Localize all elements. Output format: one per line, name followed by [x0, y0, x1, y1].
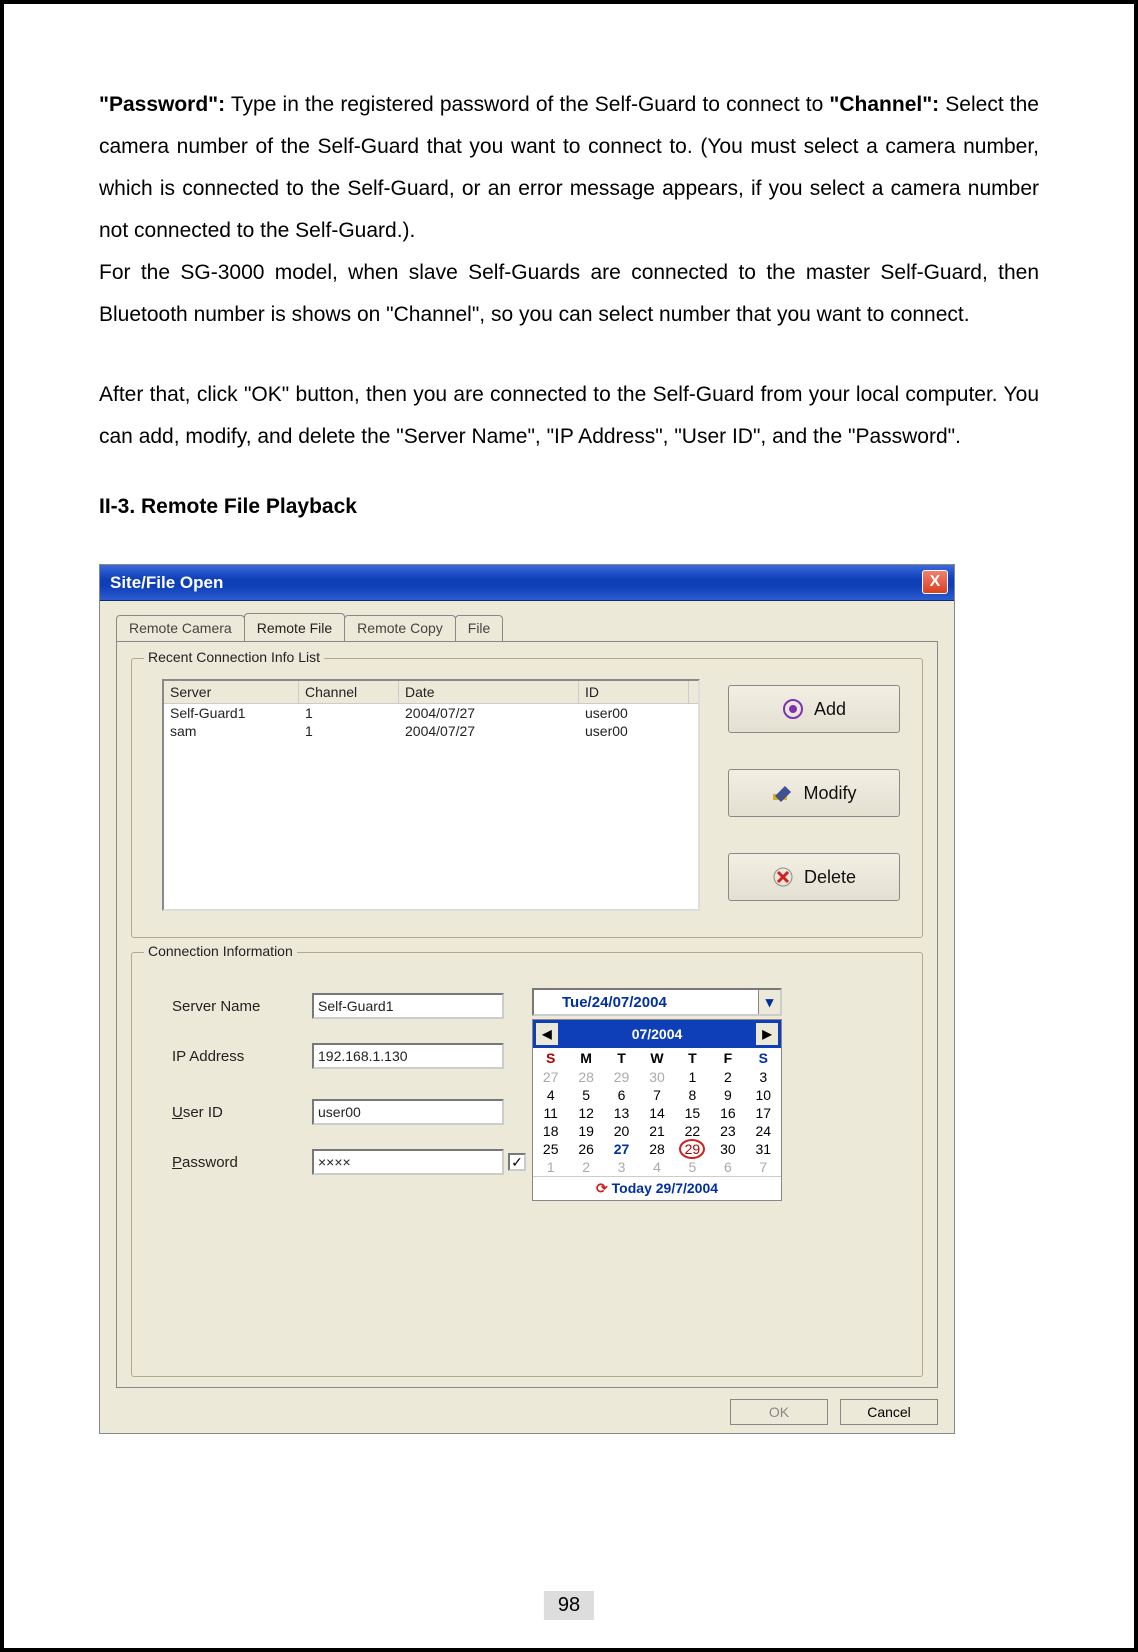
ip-address-label: IP Address: [172, 1048, 312, 1065]
window-title: Site/File Open: [110, 573, 223, 593]
calendar-prev-icon[interactable]: ◀: [536, 1023, 558, 1045]
delete-icon: [772, 866, 794, 888]
user-id-label: User ID: [172, 1104, 312, 1121]
ip-address-input[interactable]: 192.168.1.130: [312, 1043, 504, 1069]
password-label: "Password":: [99, 93, 225, 116]
modify-button[interactable]: Modify: [728, 769, 900, 817]
connection-info-group: Connection Information Server Name Self-…: [131, 952, 923, 1377]
section-title: II-3. Remote File Playback: [99, 486, 1039, 528]
password-label: Password: [172, 1154, 312, 1171]
table-row[interactable]: Self-Guard1 1 2004/07/27 user00: [164, 704, 698, 722]
col-id-header[interactable]: ID: [579, 681, 689, 703]
ok-button[interactable]: OK: [730, 1399, 828, 1425]
close-button[interactable]: X: [922, 570, 948, 594]
calendar-month: 07/2004: [632, 1026, 683, 1042]
password-checkbox[interactable]: ✓: [508, 1153, 526, 1171]
table-row[interactable]: sam 1 2004/07/27 user00: [164, 722, 698, 740]
col-server-header[interactable]: Server: [164, 681, 299, 703]
server-name-input[interactable]: Self-Guard1: [312, 993, 504, 1019]
recent-connection-group: Recent Connection Info List Server Chann…: [131, 658, 923, 938]
calendar[interactable]: ◀ 07/2004 ▶ S M T W T F S 27282930123 45…: [532, 1019, 782, 1201]
modify-icon: [771, 782, 793, 804]
tab-remote-file[interactable]: Remote File: [244, 613, 345, 640]
page-number: 98: [544, 1591, 594, 1620]
add-button[interactable]: Add: [728, 685, 900, 733]
sg3000-text: For the SG-3000 model, when slave Self-G…: [99, 252, 1039, 336]
col-date-header[interactable]: Date: [399, 681, 579, 703]
cancel-button[interactable]: Cancel: [840, 1399, 938, 1425]
tab-file[interactable]: File: [455, 615, 504, 642]
user-id-input[interactable]: user00: [312, 1099, 504, 1125]
channel-label: "Channel":: [829, 93, 939, 116]
date-picker[interactable]: Tue/24/07/2004 ▾: [532, 988, 782, 1016]
col-channel-header[interactable]: Channel: [299, 681, 399, 703]
calendar-today-cell[interactable]: 29: [675, 1140, 710, 1158]
group1-label: Recent Connection Info List: [144, 649, 324, 665]
password-text: Type in the registered password of the S…: [225, 93, 829, 116]
server-name-label: Server Name: [172, 998, 312, 1015]
titlebar: Site/File Open X: [100, 565, 954, 601]
calendar-next-icon[interactable]: ▶: [756, 1023, 778, 1045]
tab-remote-copy[interactable]: Remote Copy: [344, 615, 456, 642]
after-text: After that, click "OK" button, then you …: [99, 374, 1039, 458]
today-marker-icon: ⟳: [596, 1180, 608, 1196]
delete-button[interactable]: Delete: [728, 853, 900, 901]
tab-remote-camera[interactable]: Remote Camera: [116, 615, 245, 642]
calendar-today-link[interactable]: ⟳Today 29/7/2004: [533, 1176, 781, 1200]
connection-list[interactable]: Server Channel Date ID Self-Guard1 1 200…: [162, 679, 700, 911]
password-input[interactable]: ××××: [312, 1149, 504, 1175]
add-icon: [782, 698, 804, 720]
dropdown-icon[interactable]: ▾: [758, 990, 780, 1014]
close-icon: X: [930, 573, 941, 591]
dialog-window: Site/File Open X Remote Camera Remote Fi…: [99, 564, 955, 1434]
group2-label: Connection Information: [144, 943, 297, 959]
